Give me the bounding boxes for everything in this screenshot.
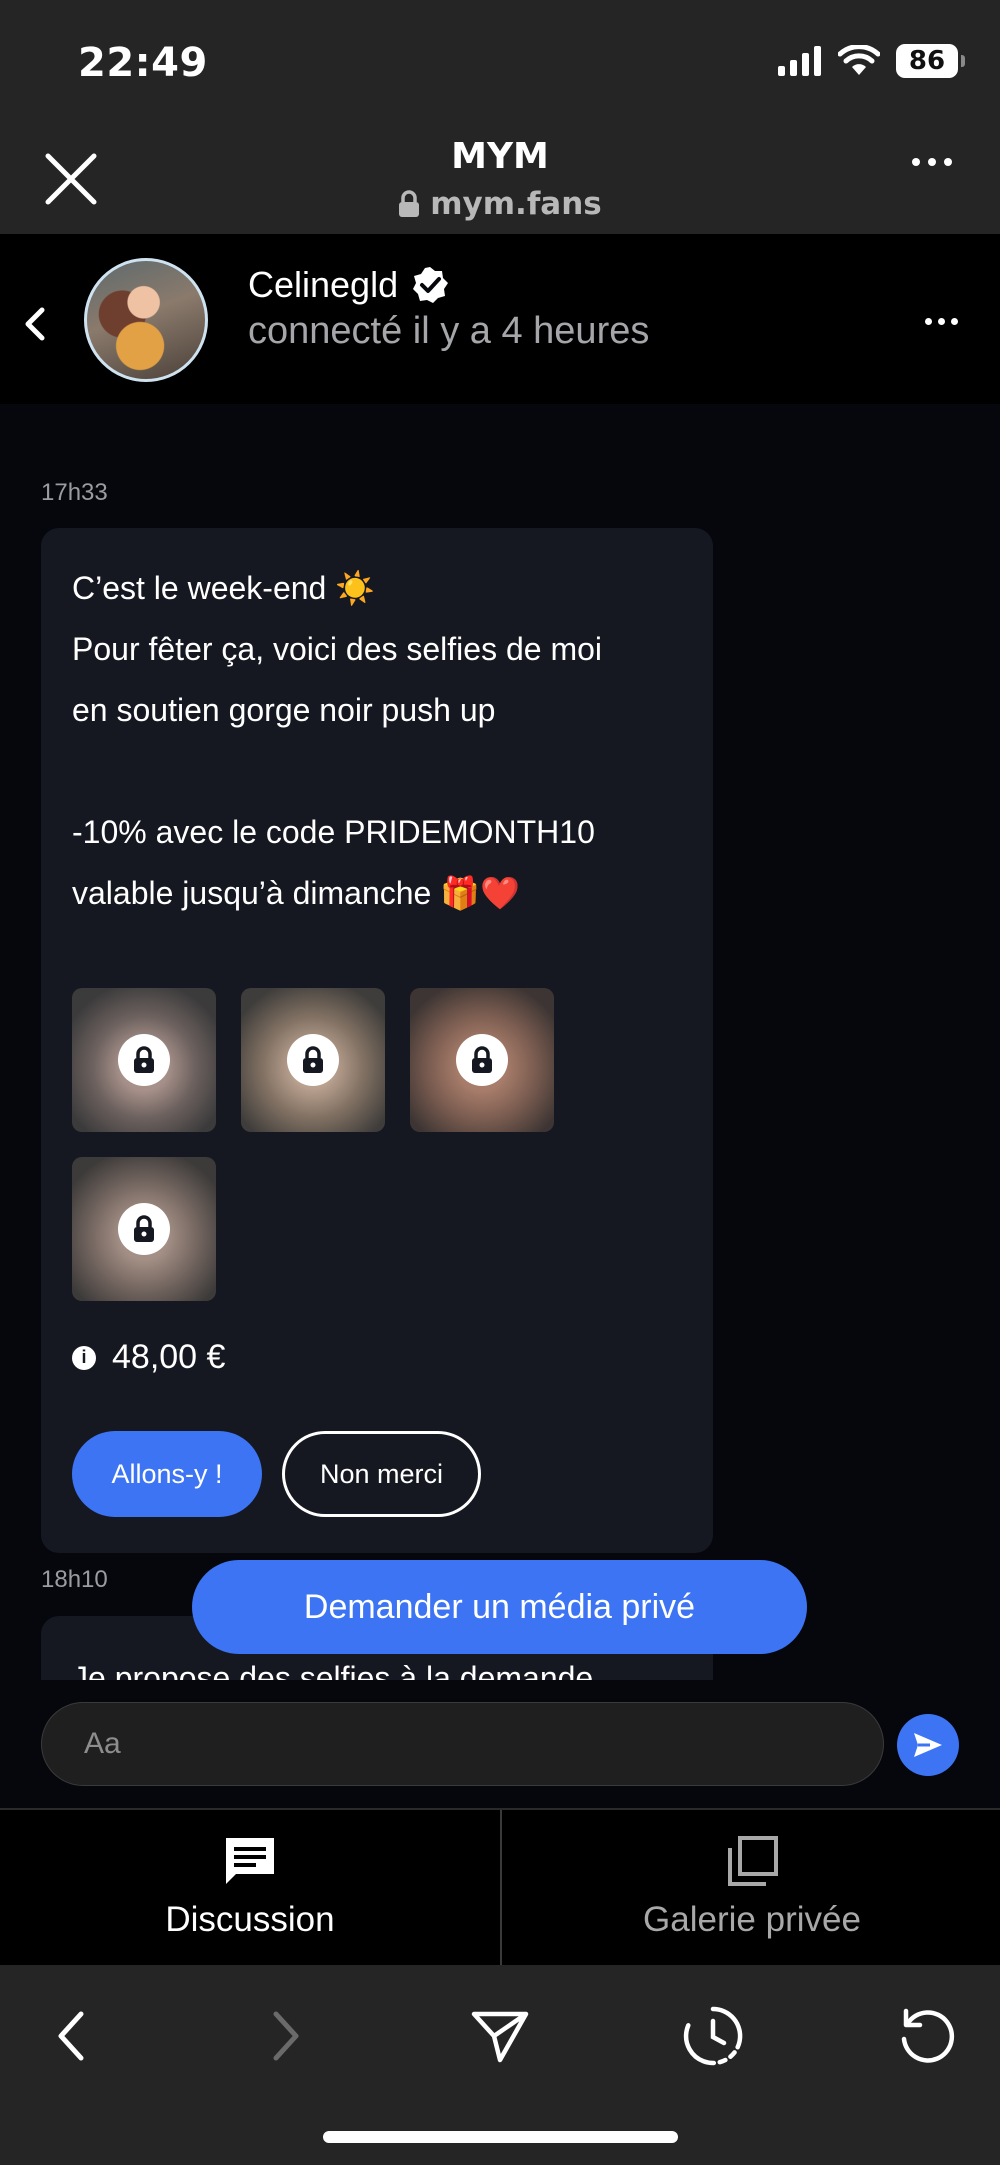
verified-badge-icon [413, 267, 449, 303]
battery-icon: 86 [896, 44, 965, 78]
price-row: i 48,00 € [72, 1338, 225, 1377]
chevron-left-icon [58, 2011, 84, 2061]
lock-icon [287, 1034, 339, 1086]
chat-more-icon[interactable] [925, 318, 958, 325]
message-time: 17h33 [41, 479, 108, 506]
reload-button[interactable] [892, 2001, 962, 2071]
composer [0, 1680, 1000, 1808]
home-indicator [323, 2131, 678, 2143]
signal-icon [778, 46, 821, 76]
gallery-icon [728, 1836, 778, 1886]
message-line [72, 741, 692, 802]
lock-icon [118, 1203, 170, 1255]
message-line: valable jusqu’à dimanche 🎁❤️ [72, 875, 520, 911]
reload-icon [901, 2008, 955, 2063]
contact-status: connecté il y a 4 heures [248, 310, 650, 352]
message-text: C’est le week-end ☀️ Pour fêter ça, voic… [72, 558, 692, 924]
locked-media-thumbnail[interactable] [410, 988, 554, 1132]
accept-button[interactable]: Allons-y ! [72, 1431, 262, 1517]
message-line: en soutien gorge noir push up [72, 692, 496, 728]
locked-media-thumbnail[interactable] [241, 988, 385, 1132]
tab-private-gallery[interactable]: Galerie privée [500, 1810, 1000, 1965]
message-line: -10% avec le code PRIDEMONTH10 [72, 814, 595, 850]
send-icon [914, 1733, 942, 1757]
tab-bar: Discussion Galerie privée [0, 1808, 1000, 1965]
history-button[interactable] [678, 2001, 748, 2071]
nav-back-button[interactable] [36, 2001, 106, 2071]
avatar[interactable] [84, 258, 208, 382]
share-button[interactable] [465, 2001, 535, 2071]
locked-media-thumbnail[interactable] [72, 1157, 216, 1301]
message-line: C’est le week-end ☀️ [72, 570, 376, 606]
message-time: 18h10 [41, 1566, 108, 1593]
message-bubble: C’est le week-end ☀️ Pour fêter ça, voic… [41, 528, 713, 1553]
wifi-icon [838, 45, 880, 75]
message-list[interactable]: 17h33 C’est le week-end ☀️ Pour fêter ça… [0, 404, 1000, 1680]
lock-icon [456, 1034, 508, 1086]
message-input[interactable] [41, 1702, 884, 1786]
price-value: 48,00 € [112, 1338, 226, 1376]
lock-icon [399, 190, 420, 217]
chat-icon [226, 1838, 274, 1884]
status-indicators: 86 [778, 44, 965, 78]
message-line: Je propose des selfies à la demande [72, 1660, 594, 1680]
info-icon[interactable]: i [72, 1345, 96, 1370]
nav-forward-button[interactable] [251, 2001, 321, 2071]
lock-icon [118, 1034, 170, 1086]
chevron-right-icon [273, 2011, 299, 2061]
history-icon [683, 2006, 743, 2066]
browser-title: MYM [451, 136, 549, 177]
contact-name[interactable]: Celinegld [248, 264, 450, 306]
request-private-media-button[interactable]: Demander un média privé [192, 1560, 807, 1654]
browser-header: 22:49 86 MYM mym.fans [0, 0, 1000, 234]
tab-label: Galerie privée [643, 1900, 861, 1939]
contact-name-text: Celinegld [248, 264, 399, 305]
decline-button[interactable]: Non merci [282, 1431, 481, 1517]
locked-media-thumbnail[interactable] [72, 988, 216, 1132]
url-text: mym.fans [430, 186, 602, 222]
tab-discussion[interactable]: Discussion [0, 1810, 500, 1965]
more-icon[interactable] [912, 158, 952, 166]
message-line: Pour fêter ça, voici des selfies de moi [72, 631, 603, 667]
chat-header: Celinegld connecté il y a 4 heures [0, 234, 1000, 404]
send-button[interactable] [897, 1714, 959, 1776]
message-text: Je propose des selfies à la demande [72, 1658, 692, 1680]
share-icon [471, 2011, 529, 2063]
tab-label: Discussion [165, 1900, 335, 1939]
browser-url[interactable]: mym.fans [0, 186, 1000, 222]
status-time: 22:49 [78, 40, 208, 86]
back-chevron-icon[interactable] [20, 304, 50, 344]
